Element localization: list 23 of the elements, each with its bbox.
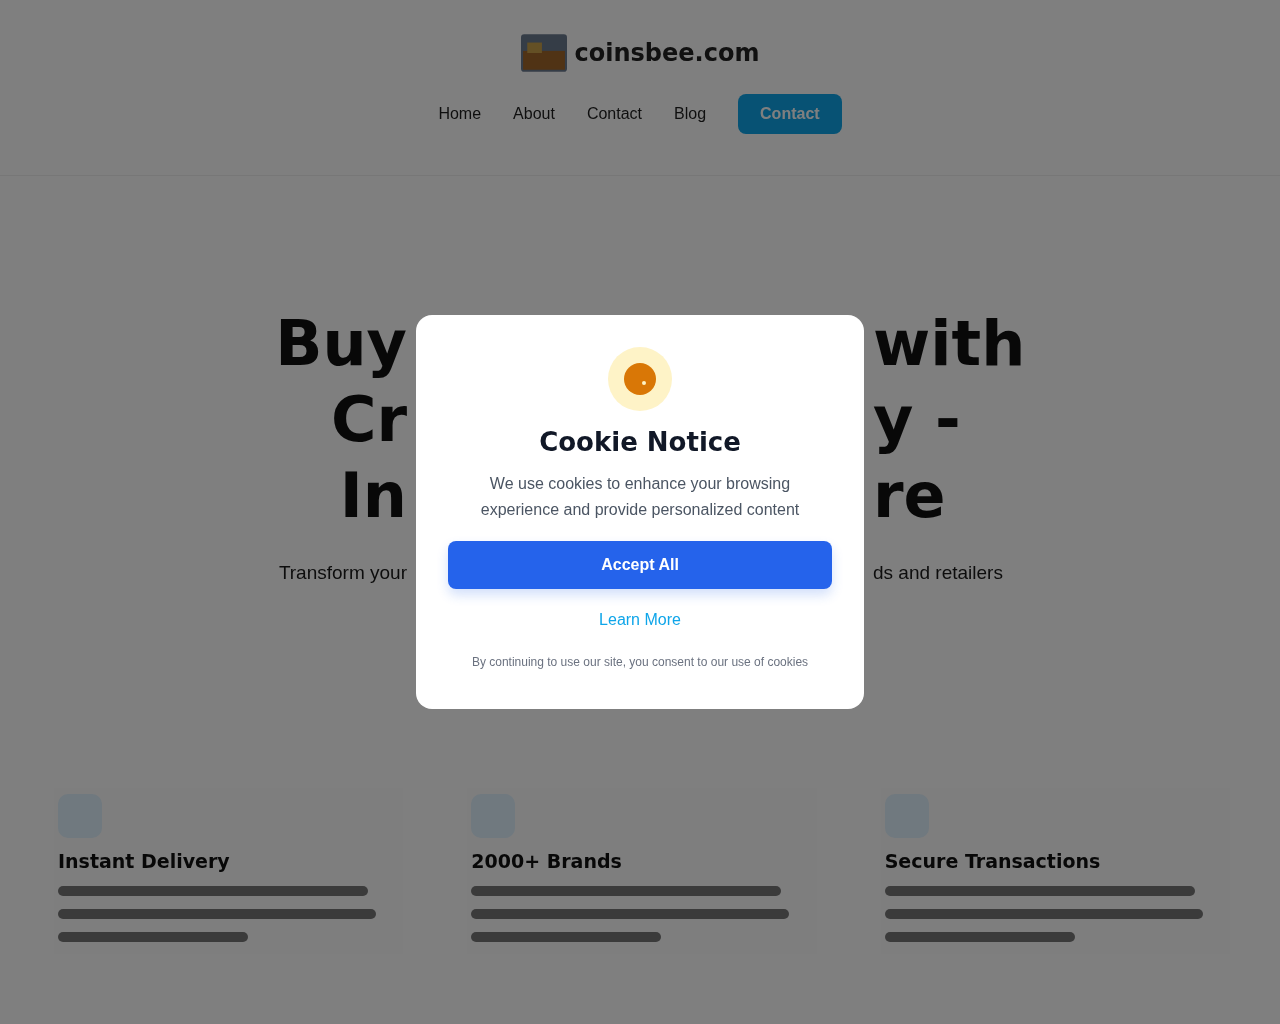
learn-more-link[interactable]: Learn More — [599, 611, 681, 629]
cookie-icon — [608, 347, 672, 411]
dialog-title: Cookie Notice — [539, 426, 741, 459]
feature-title: Instant Delivery — [58, 850, 231, 872]
headline-text: Cr — [329, 382, 407, 458]
feature-title: Secure Transactions — [884, 850, 1102, 872]
accept-all-button[interactable]: Accept All — [448, 541, 832, 589]
headline-text: y - — [873, 382, 962, 458]
subtitle-text: ds and retailers — [873, 562, 1004, 584]
headline-text: with — [873, 306, 1027, 382]
dialog-message: We use cookies to enhance your browsing experience and provide personalized content — [479, 474, 801, 520]
site-name[interactable]: coinsbee.com — [574, 39, 760, 67]
nav-link[interactable]: Home — [438, 105, 482, 123]
headline-text: re — [873, 458, 947, 534]
logo-icon — [520, 34, 567, 72]
headline-text: Buy — [274, 306, 407, 382]
nav-link[interactable]: Blog — [674, 105, 707, 123]
headline-text: In — [338, 458, 407, 534]
nav-link[interactable]: Contact — [586, 105, 642, 123]
nav-link[interactable]: About — [513, 105, 555, 123]
subtitle-text: Transform your — [277, 562, 407, 584]
consent-note: By continuing to use our site, you consent to our use of cookies — [471, 655, 809, 669]
feature-title: 2000+ Brands — [471, 850, 623, 872]
